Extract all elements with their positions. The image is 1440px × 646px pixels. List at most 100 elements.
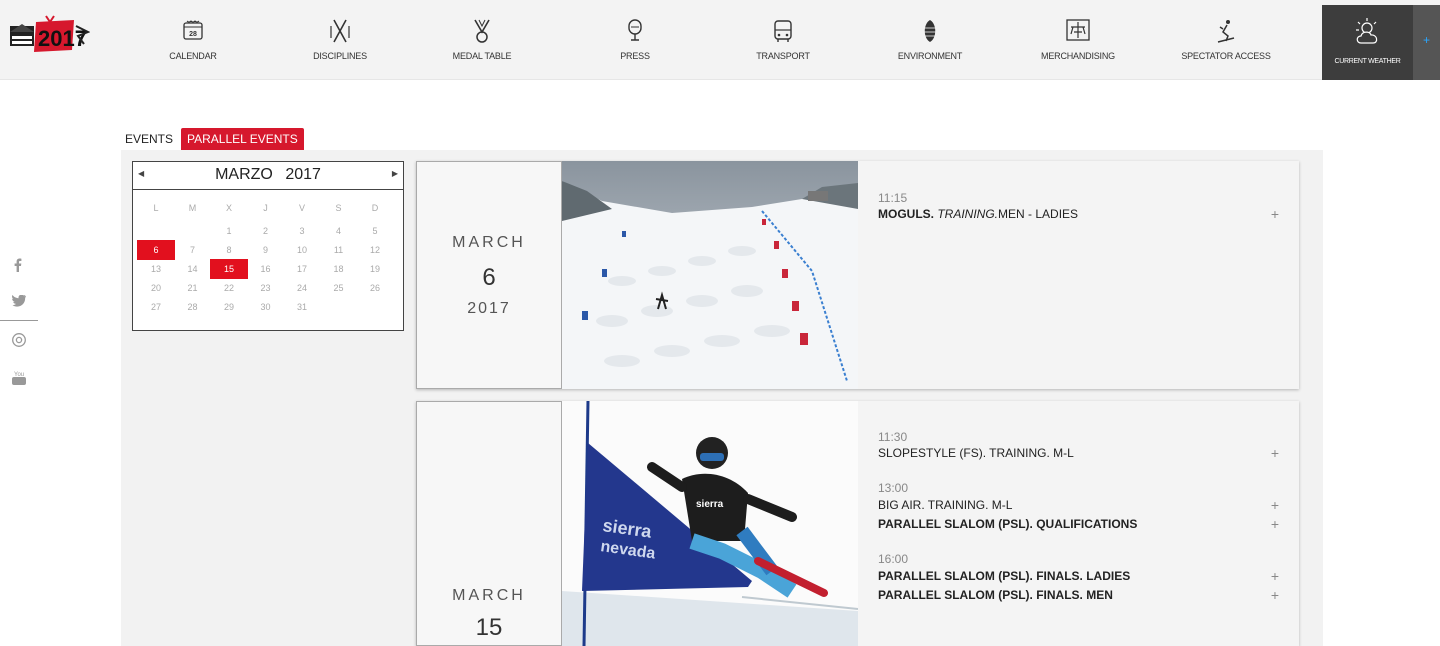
nav-press[interactable]: PRESS <box>565 0 705 80</box>
calendar-day[interactable]: 13 <box>137 259 175 279</box>
event-item[interactable]: SLOPESTYLE (FS). TRAINING. M-L <box>878 446 1280 460</box>
event-item[interactable]: MOGULS. TRAINING.MEN - LADIES <box>878 207 1280 221</box>
nav-medal-table-label: MEDAL TABLE <box>452 51 512 61</box>
calendar-day[interactable]: 4 <box>320 221 358 241</box>
calendar-day[interactable]: 19 <box>356 259 394 279</box>
event-item[interactable]: PARALLEL SLALOM (PSL). FINALS. MEN <box>878 588 1280 602</box>
calendar-day[interactable]: 16 <box>247 259 285 279</box>
calendar-day[interactable]: 27 <box>137 297 175 317</box>
nav-medal-table[interactable]: MEDAL TABLE <box>412 0 552 80</box>
svg-text:28: 28 <box>189 31 197 38</box>
medal-icon <box>474 19 490 43</box>
weather-expand-button[interactable]: + <box>1413 5 1440 80</box>
calendar-day[interactable]: 15 <box>210 259 248 279</box>
event-info: 11:30 SLOPESTYLE (FS). TRAINING. M-L + 1… <box>858 401 1299 646</box>
event-time: 11:30 <box>878 430 908 444</box>
calendar-day[interactable]: 6 <box>137 240 175 260</box>
calendar-weekday: M <box>188 203 197 213</box>
logo[interactable]: 2017 <box>10 14 91 54</box>
event-year: 2017 <box>467 300 511 317</box>
calendar-next-icon[interactable]: ▶ <box>392 169 398 178</box>
nav-calendar[interactable]: 28 CALENDAR <box>123 0 263 80</box>
expand-plus-icon[interactable]: + <box>1271 445 1279 461</box>
calendar-day[interactable]: 7 <box>174 240 212 260</box>
calendar-day[interactable]: 11 <box>320 240 358 260</box>
event-item[interactable]: PARALLEL SLALOM (PSL). QUALIFICATIONS <box>878 517 1280 531</box>
facebook-icon[interactable] <box>14 258 22 275</box>
nav-environment[interactable]: ENVIRONMENT <box>860 0 1000 80</box>
social-divider <box>0 320 38 321</box>
event-card: MARCH 6 2017 11:15 MOGULS. TRAINING.MEN … <box>416 161 1299 389</box>
calendar-day[interactable]: 18 <box>320 259 358 279</box>
calendar-day[interactable]: 8 <box>210 240 248 260</box>
event-card: MARCH 15 sierra nevada sierra 11:30 SLOP… <box>416 401 1299 646</box>
event-date: MARCH 15 <box>416 401 562 646</box>
top-navigation: 2017 28 CALENDAR DISCIPLINES MEDAL TABLE <box>0 0 1440 80</box>
calendar-day[interactable]: 12 <box>356 240 394 260</box>
calendar-day[interactable]: 3 <box>283 221 321 241</box>
nav-spectator-access[interactable]: SPECTATOR ACCESS <box>1156 0 1296 80</box>
event-date: MARCH 6 2017 <box>416 161 562 389</box>
event-item[interactable]: PARALLEL SLALOM (PSL). FINALS. LADIES <box>878 569 1280 583</box>
expand-plus-icon[interactable]: + <box>1271 587 1279 603</box>
event-day: 6 <box>482 264 496 291</box>
nav-spectator-access-label: SPECTATOR ACCESS <box>1181 51 1271 61</box>
calendar-day[interactable]: 2 <box>247 221 285 241</box>
calendar-day[interactable]: 23 <box>247 278 285 298</box>
event-time: 16:00 <box>878 552 909 566</box>
calendar-day[interactable]: 24 <box>283 278 321 298</box>
expand-plus-icon[interactable]: + <box>1271 497 1279 513</box>
nav-disciplines[interactable]: DISCIPLINES <box>270 0 410 80</box>
event-discipline: MOGULS. <box>878 207 934 221</box>
event-month: MARCH <box>452 234 526 251</box>
calendar-day[interactable]: 29 <box>210 297 248 317</box>
calendar-day[interactable]: 20 <box>137 278 175 298</box>
calendar-day[interactable]: 26 <box>356 278 394 298</box>
calendar-day[interactable]: 25 <box>320 278 358 298</box>
event-month: MARCH <box>452 587 526 604</box>
instagram-icon[interactable] <box>12 333 26 350</box>
event-category: MEN - LADIES <box>998 207 1079 221</box>
calendar-title: MARZO 2017 <box>133 166 403 184</box>
bus-icon <box>774 20 792 42</box>
microphone-icon <box>628 19 642 41</box>
skis-icon <box>330 19 350 43</box>
current-weather-button[interactable]: CURRENT WEATHER <box>1322 5 1413 80</box>
calendar-day[interactable]: 1 <box>210 221 248 241</box>
calendar-header: ◀ MARZO 2017 ▶ <box>133 166 403 188</box>
svg-text:sierra: sierra <box>696 499 724 510</box>
nav-merchandising[interactable]: MERCHANDISING <box>1008 0 1148 80</box>
tab-parallel-events[interactable]: PARALLEL EVENTS <box>181 128 304 150</box>
calendar-weekday: V <box>298 203 305 213</box>
calendar-icon: 28 <box>183 20 203 40</box>
calendar-day[interactable]: 21 <box>174 278 212 298</box>
calendar-day[interactable]: 5 <box>356 221 394 241</box>
tab-events[interactable]: EVENTS <box>125 128 173 150</box>
expand-plus-icon[interactable]: + <box>1271 568 1279 584</box>
expand-plus-icon[interactable]: + <box>1271 516 1279 532</box>
sun-cloud-icon <box>1355 18 1377 44</box>
youtube-icon[interactable]: You <box>12 370 26 389</box>
event-info: 11:15 MOGULS. TRAINING.MEN - LADIES + <box>858 161 1299 389</box>
snowboard-photo: sierra nevada sierra <box>562 401 858 646</box>
calendar-weekday: D <box>371 203 379 213</box>
event-item[interactable]: BIG AIR. TRAINING. M-L <box>878 498 1280 512</box>
nav-transport[interactable]: TRANSPORT <box>713 0 853 80</box>
current-weather-label: CURRENT WEATHER <box>1334 58 1401 65</box>
calendar-day[interactable]: 30 <box>247 297 285 317</box>
calendar-day[interactable]: 10 <box>283 240 321 260</box>
event-title: PARALLEL SLALOM (PSL). FINALS. LADIES <box>878 569 1131 583</box>
calendar-divider <box>133 189 403 190</box>
twitter-icon[interactable] <box>12 294 26 310</box>
calendar-day[interactable]: 9 <box>247 240 285 260</box>
calendar-day[interactable]: 17 <box>283 259 321 279</box>
nav-disciplines-label: DISCIPLINES <box>313 51 367 61</box>
calendar-day[interactable]: 22 <box>210 278 248 298</box>
nav-transport-label: TRANSPORT <box>756 51 810 61</box>
calendar-day[interactable]: 14 <box>174 259 212 279</box>
calendar-day[interactable]: 28 <box>174 297 212 317</box>
mini-calendar: ◀ MARZO 2017 ▶ L M X J V S D 1 2 3 4 5 6 7 8 9 10 11 12 13 1… <box>132 161 404 331</box>
event-time: 13:00 <box>878 481 909 495</box>
expand-plus-icon[interactable]: + <box>1271 206 1279 222</box>
calendar-day[interactable]: 31 <box>283 297 321 317</box>
